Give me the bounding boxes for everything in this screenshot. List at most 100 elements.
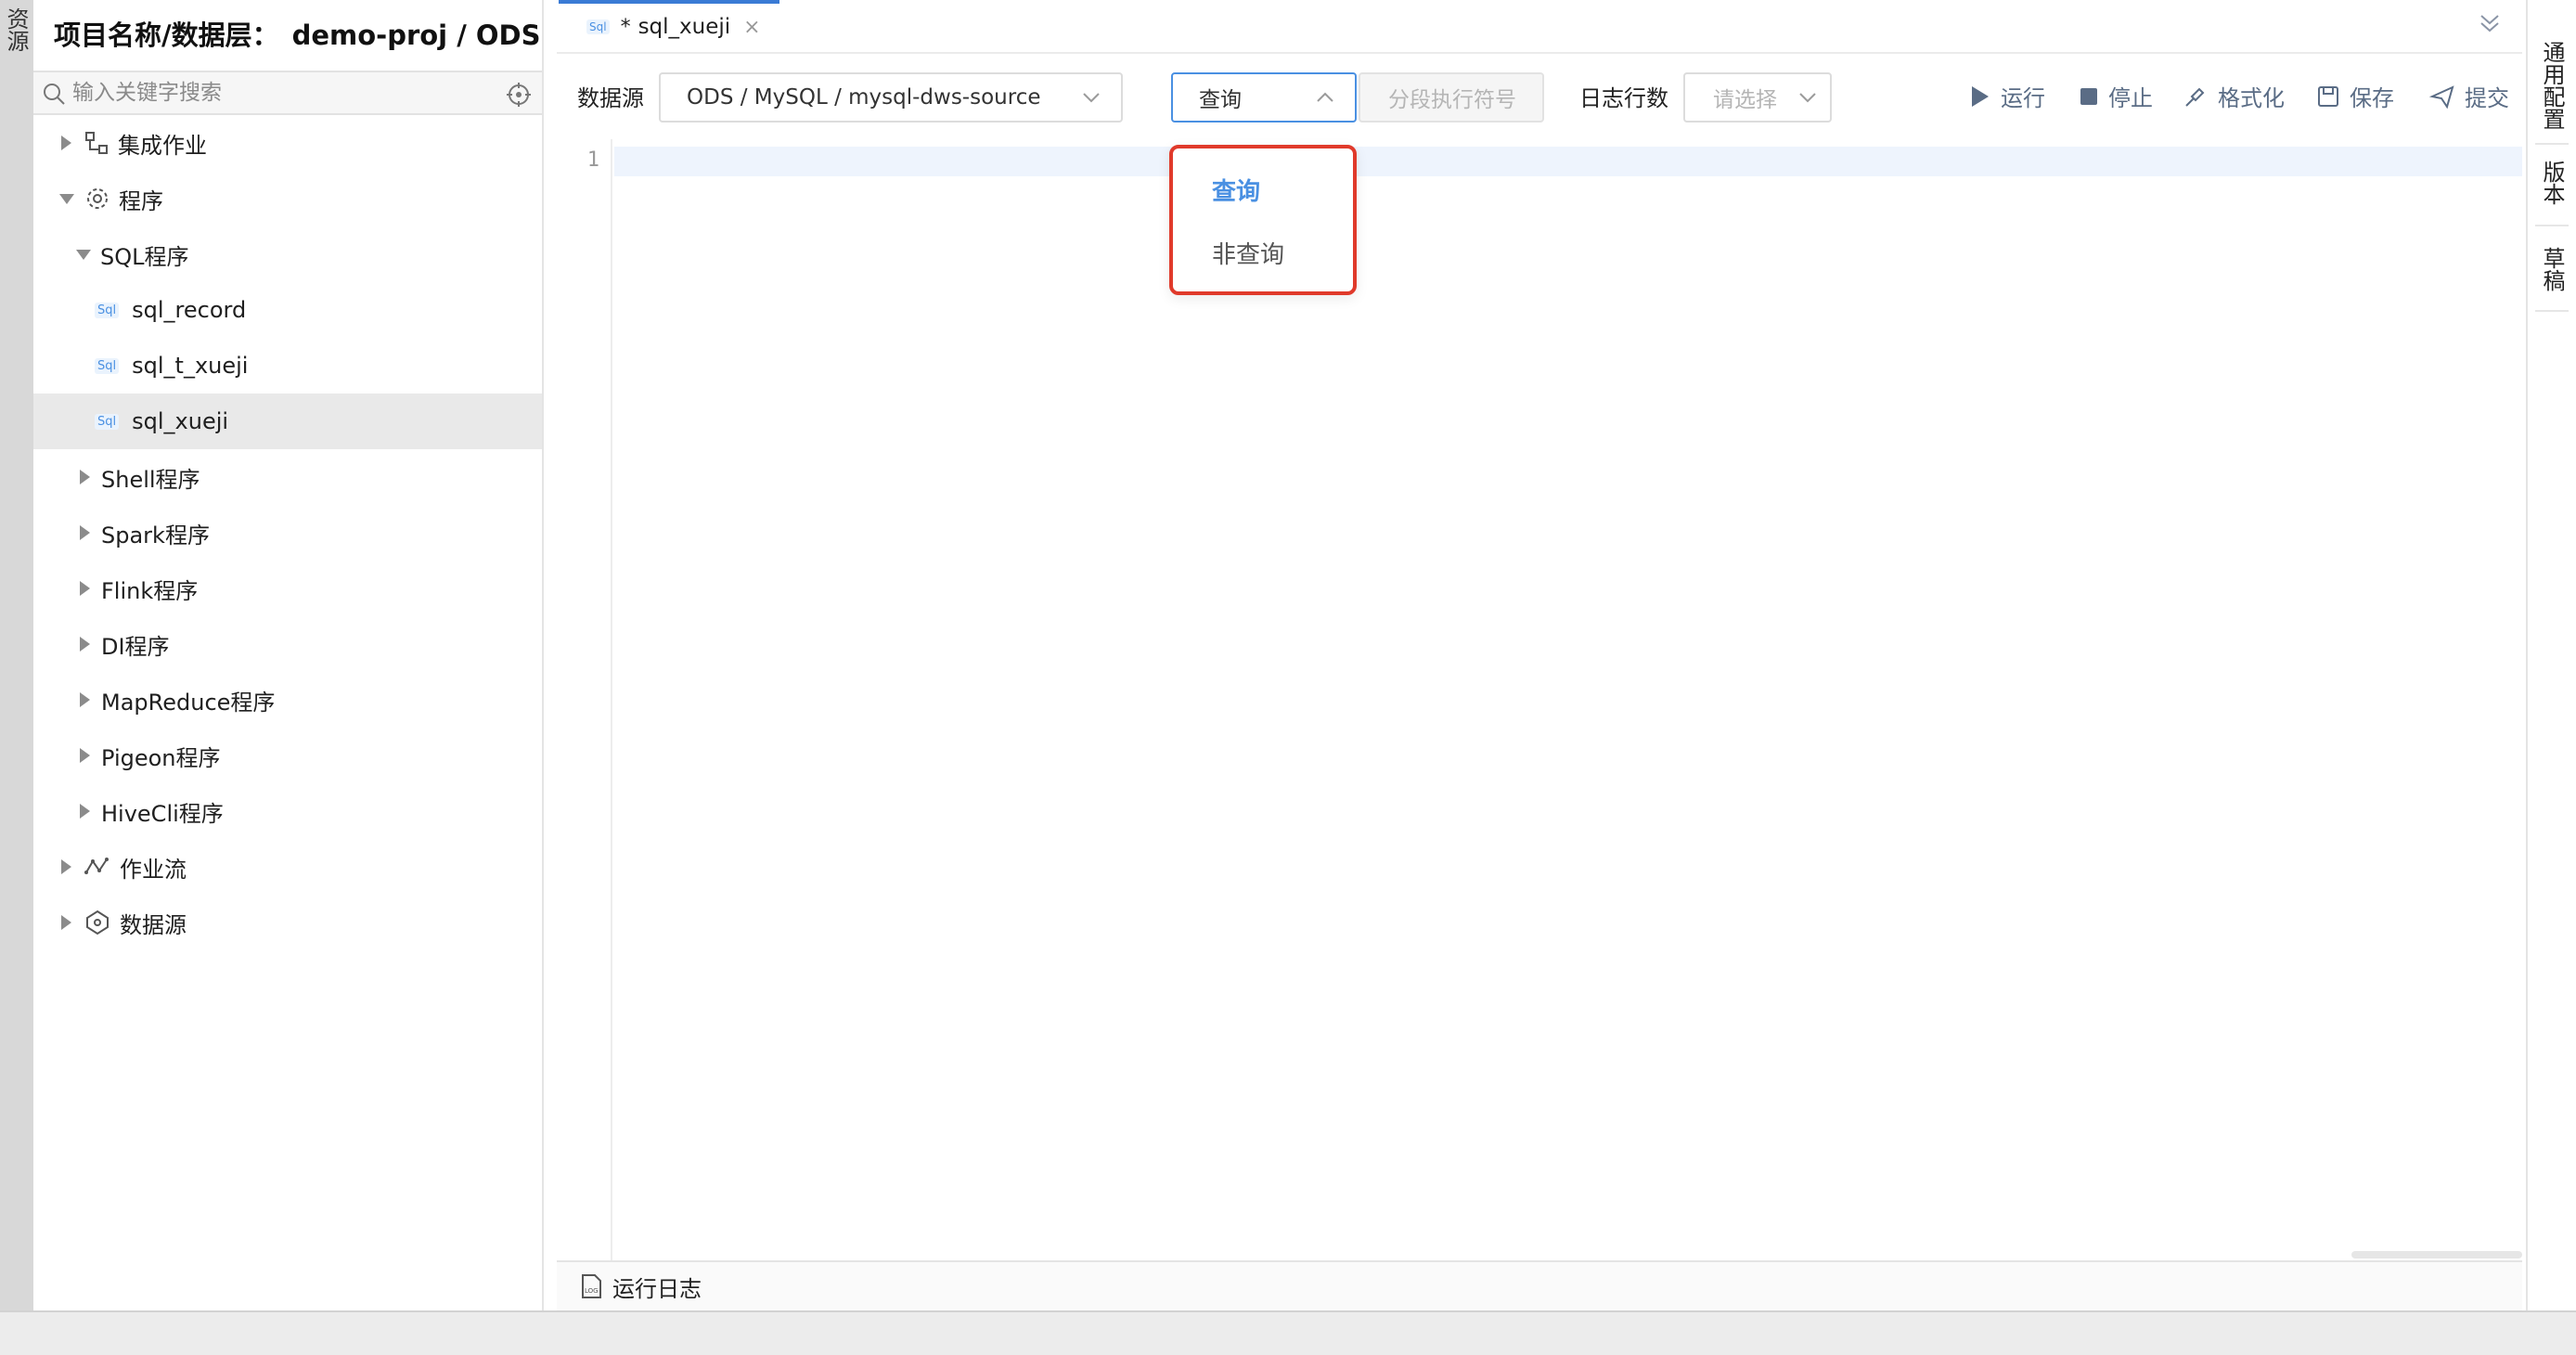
save-button[interactable]: 保存 bbox=[2316, 80, 2394, 112]
dropdown-option-non-query[interactable]: 非查询 bbox=[1173, 225, 1353, 280]
close-icon[interactable]: × bbox=[743, 16, 760, 39]
format-button[interactable]: 格式化 bbox=[2183, 80, 2285, 112]
chevron-up-icon bbox=[1317, 92, 1333, 102]
tree-node-shell[interactable]: Shell程序 bbox=[33, 449, 542, 505]
tree-node-datasource[interactable]: 数据源 bbox=[33, 895, 542, 950]
datasource-select[interactable]: ODS / MySQL / mysql-dws-source bbox=[659, 72, 1123, 123]
collapse-caret-icon[interactable] bbox=[59, 193, 74, 204]
tree-node-mapreduce[interactable]: MapReduce程序 bbox=[33, 672, 542, 728]
resource-rail-tab[interactable]: 资源 bbox=[2, 7, 32, 52]
expand-caret-icon[interactable] bbox=[61, 859, 71, 874]
window-bottom-bar bbox=[0, 1310, 2576, 1355]
tree-node-pigeon[interactable]: Pigeon程序 bbox=[33, 728, 542, 783]
line-number: 1 bbox=[586, 148, 599, 172]
project-title: 项目名称/数据层： demo-proj / ODS bbox=[54, 13, 541, 58]
separator-placeholder: 分段执行符号 bbox=[1388, 88, 1516, 112]
draft-tab[interactable]: 草稿 bbox=[2528, 238, 2576, 301]
tree-node-flink[interactable]: Flink程序 bbox=[33, 561, 542, 616]
tree-node-hivecli[interactable]: HiveCli程序 bbox=[33, 783, 542, 839]
tree-node-workflow[interactable]: 作业流 bbox=[33, 839, 542, 895]
version-tab[interactable]: 版本 bbox=[2528, 152, 2576, 213]
sidebar: 项目名称/数据层： demo-proj / ODS 输入关键字搜索 集成作业 程… bbox=[33, 0, 544, 1310]
expand-caret-icon[interactable] bbox=[80, 581, 90, 596]
expand-caret-icon[interactable] bbox=[80, 525, 90, 540]
separator-input[interactable]: 分段执行符号 bbox=[1359, 72, 1544, 123]
search-icon bbox=[44, 84, 65, 105]
project-label: 项目名称/数据层： bbox=[54, 19, 279, 51]
format-label: 格式化 bbox=[2218, 85, 2285, 111]
tree-label: sql_record bbox=[132, 297, 247, 323]
general-config-tab[interactable]: 通用配置 bbox=[2528, 37, 2576, 134]
stop-label: 停止 bbox=[2108, 85, 2153, 111]
active-line-highlight bbox=[614, 147, 2522, 176]
tree-label: DI程序 bbox=[101, 633, 170, 660]
log-icon: LOG bbox=[582, 1274, 601, 1298]
sql-file-icon: Sql bbox=[95, 302, 120, 318]
query-type-dropdown: 查询 非查询 bbox=[1169, 145, 1357, 295]
project-value: demo-proj / ODS bbox=[291, 19, 541, 51]
tree-label: Pigeon程序 bbox=[101, 744, 221, 771]
brush-icon bbox=[2185, 87, 2205, 107]
log-rows-placeholder: 请选择 bbox=[1713, 88, 1777, 112]
expand-caret-icon[interactable] bbox=[61, 136, 71, 150]
tree-node-spark[interactable]: Spark程序 bbox=[33, 505, 542, 561]
expand-caret-icon[interactable] bbox=[61, 915, 71, 930]
tree-label: sql_xueji bbox=[132, 408, 229, 434]
expand-caret-icon[interactable] bbox=[80, 637, 90, 652]
sql-file-icon: Sql bbox=[95, 413, 120, 430]
expand-caret-icon[interactable] bbox=[80, 470, 90, 484]
tree-label: MapReduce程序 bbox=[101, 689, 276, 716]
expand-caret-icon[interactable] bbox=[80, 692, 90, 707]
double-chevron-down-icon[interactable] bbox=[2476, 9, 2504, 37]
sql-file-icon: Sql bbox=[95, 357, 120, 374]
tree-label: Spark程序 bbox=[101, 522, 210, 548]
log-rows-select[interactable]: 请选择 bbox=[1683, 72, 1832, 123]
tab-sql-xueji[interactable]: Sql * sql_xueji × bbox=[559, 0, 779, 50]
horizontal-scrollbar[interactable] bbox=[2351, 1251, 2522, 1258]
line-gutter: 1 bbox=[557, 139, 612, 1260]
expand-caret-icon[interactable] bbox=[80, 804, 90, 819]
run-label: 运行 bbox=[2001, 85, 2045, 111]
tree-node-sql-record[interactable]: Sql sql_record bbox=[33, 282, 542, 338]
tree-label: HiveCli程序 bbox=[101, 800, 224, 827]
tab-title: sql_xueji bbox=[638, 15, 731, 39]
query-type-select[interactable]: 查询 bbox=[1171, 72, 1357, 123]
sql-editor[interactable]: 1 bbox=[557, 139, 2522, 1260]
search-input[interactable] bbox=[72, 76, 481, 110]
tree-label: Shell程序 bbox=[101, 466, 200, 493]
submit-button[interactable]: 提交 bbox=[2429, 80, 2509, 112]
play-icon bbox=[1972, 85, 1989, 107]
query-type-value: 查询 bbox=[1199, 88, 1242, 112]
right-rail: 通用配置 版本 草稿 bbox=[2526, 0, 2576, 1310]
tree-label: 数据源 bbox=[120, 911, 187, 938]
tree-label: 作业流 bbox=[120, 856, 187, 883]
run-log-bar[interactable]: LOG 运行日志 bbox=[557, 1260, 2522, 1310]
tree-label: SQL程序 bbox=[100, 243, 189, 270]
submit-label: 提交 bbox=[2465, 85, 2509, 111]
collapse-caret-icon[interactable] bbox=[76, 249, 91, 260]
expand-caret-icon[interactable] bbox=[80, 748, 90, 763]
locate-icon[interactable] bbox=[505, 81, 533, 109]
stop-button[interactable]: 停止 bbox=[2079, 80, 2153, 112]
editor-toolbar: 数据源 ODS / MySQL / mysql-dws-source 查询 分段… bbox=[557, 52, 2522, 139]
tree-node-sql-xueji[interactable]: Sql sql_xueji bbox=[33, 394, 542, 449]
unsaved-marker: * bbox=[620, 15, 631, 39]
left-rail: 资源 bbox=[0, 0, 33, 1310]
tree-node-di[interactable]: DI程序 bbox=[33, 616, 542, 672]
tree-node-programs[interactable]: 程序 bbox=[33, 171, 542, 226]
tree-label: 程序 bbox=[119, 187, 163, 214]
tree-node-sql-t-xueji[interactable]: Sql sql_t_xueji bbox=[33, 338, 542, 394]
datasource-label: 数据源 bbox=[577, 85, 644, 111]
divider bbox=[2535, 143, 2569, 145]
chevron-down-icon bbox=[1799, 93, 1816, 103]
save-label: 保存 bbox=[2350, 85, 2394, 111]
workflow-icon bbox=[84, 856, 110, 878]
divider bbox=[2535, 225, 2569, 226]
tree-node-sql-programs[interactable]: SQL程序 bbox=[33, 226, 542, 282]
gear-icon bbox=[85, 187, 109, 211]
dropdown-option-query[interactable]: 查询 bbox=[1173, 161, 1353, 217]
save-icon bbox=[2318, 85, 2338, 107]
svg-text:LOG: LOG bbox=[585, 1287, 599, 1295]
tree-node-jobs[interactable]: 集成作业 bbox=[33, 115, 542, 171]
run-button[interactable]: 运行 bbox=[1969, 80, 2045, 112]
